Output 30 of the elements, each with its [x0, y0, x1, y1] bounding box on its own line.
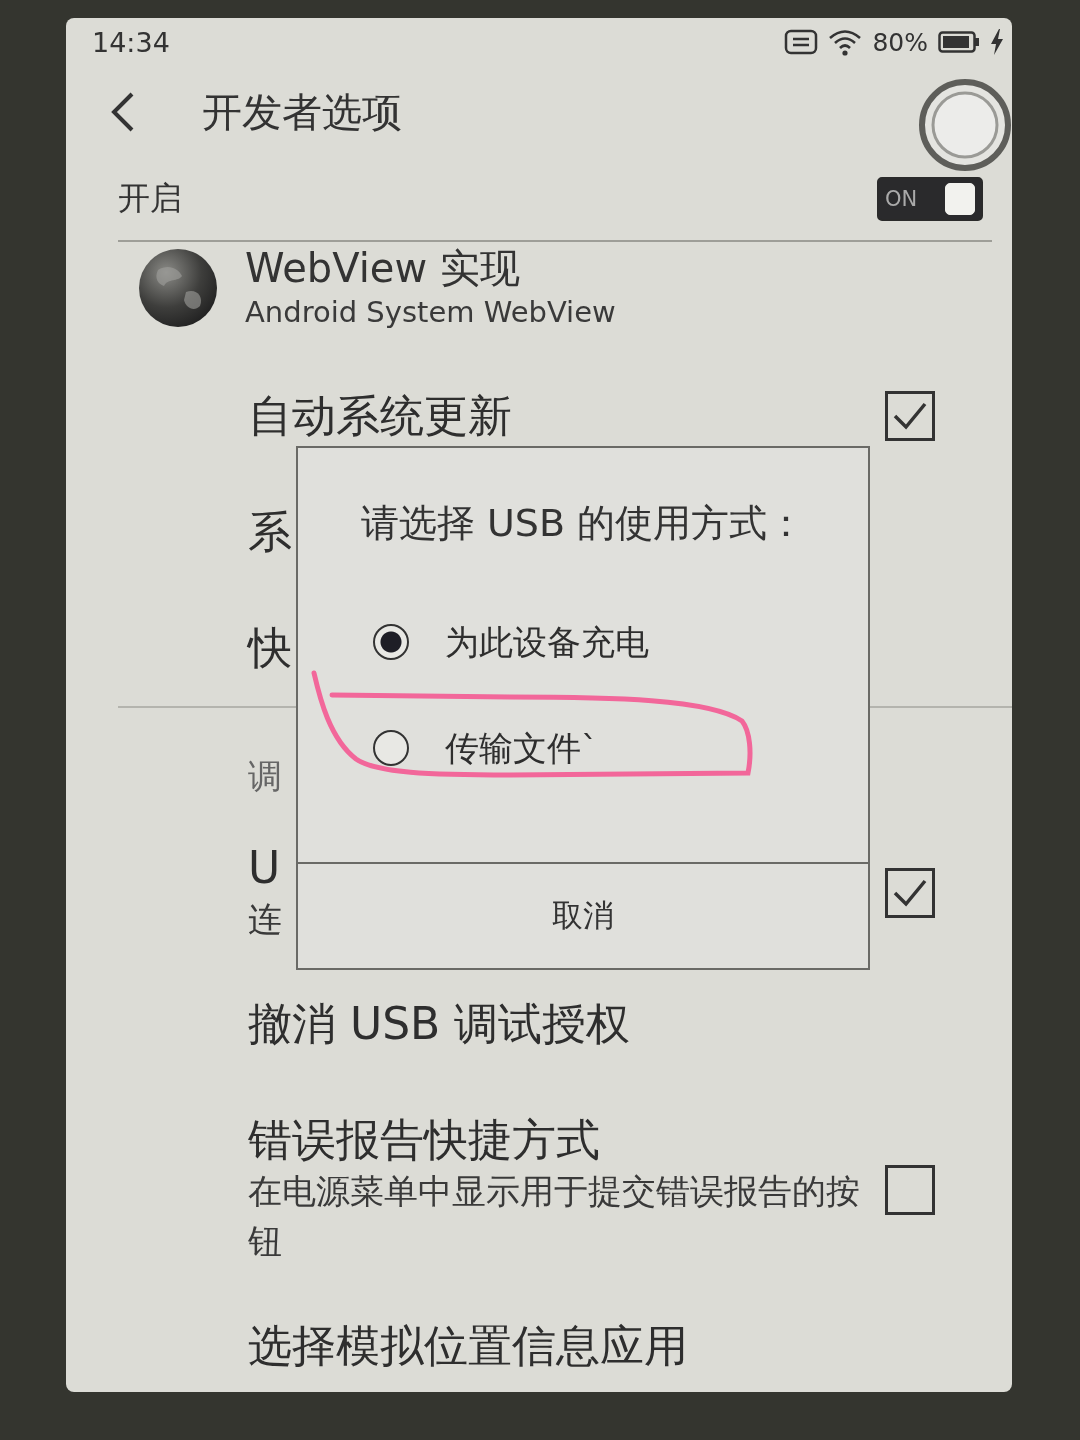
setting-summary: 在电源菜单中显示用于提交错误报告的按钮	[248, 1170, 861, 1263]
setting-title: U	[248, 842, 281, 894]
setting-summary: Android System WebView	[245, 294, 616, 331]
setting-title: 错误报告快捷方式	[248, 1114, 600, 1166]
radio-option[interactable]: 为此设备充电	[373, 610, 649, 674]
status-time: 14:34	[92, 26, 170, 58]
dialog-title: 请选择 USB 的使用方式：	[360, 500, 806, 547]
battery-percent: 80%	[872, 27, 928, 57]
setting-title: 系	[248, 506, 292, 558]
category-title: 调	[248, 755, 282, 798]
setting-title: 撤消 USB 调试授权	[248, 998, 631, 1050]
toggle-switch[interactable]: ON	[877, 177, 983, 221]
setting-title: WebView 实现	[245, 244, 520, 292]
message-icon	[784, 29, 819, 55]
checkbox[interactable]	[885, 391, 935, 441]
wifi-icon	[828, 28, 863, 56]
enable-label: 开启	[118, 178, 182, 219]
checkbox[interactable]	[885, 1165, 935, 1215]
floating-ring-button[interactable]	[918, 78, 1012, 172]
page-title: 开发者选项	[202, 87, 402, 137]
back-icon	[110, 91, 136, 133]
setting-title: 快	[248, 622, 292, 674]
globe-icon	[138, 248, 218, 328]
setting-title: 选择模拟位置信息应用	[248, 1320, 688, 1372]
battery-icon	[938, 30, 980, 54]
radio-option[interactable]: 传输文件`	[373, 716, 598, 780]
setting-title: 自动系统更新	[248, 390, 512, 442]
charging-bolt-icon	[990, 29, 1004, 55]
setting-summary: 连	[248, 898, 282, 941]
checkbox[interactable]	[885, 868, 935, 918]
